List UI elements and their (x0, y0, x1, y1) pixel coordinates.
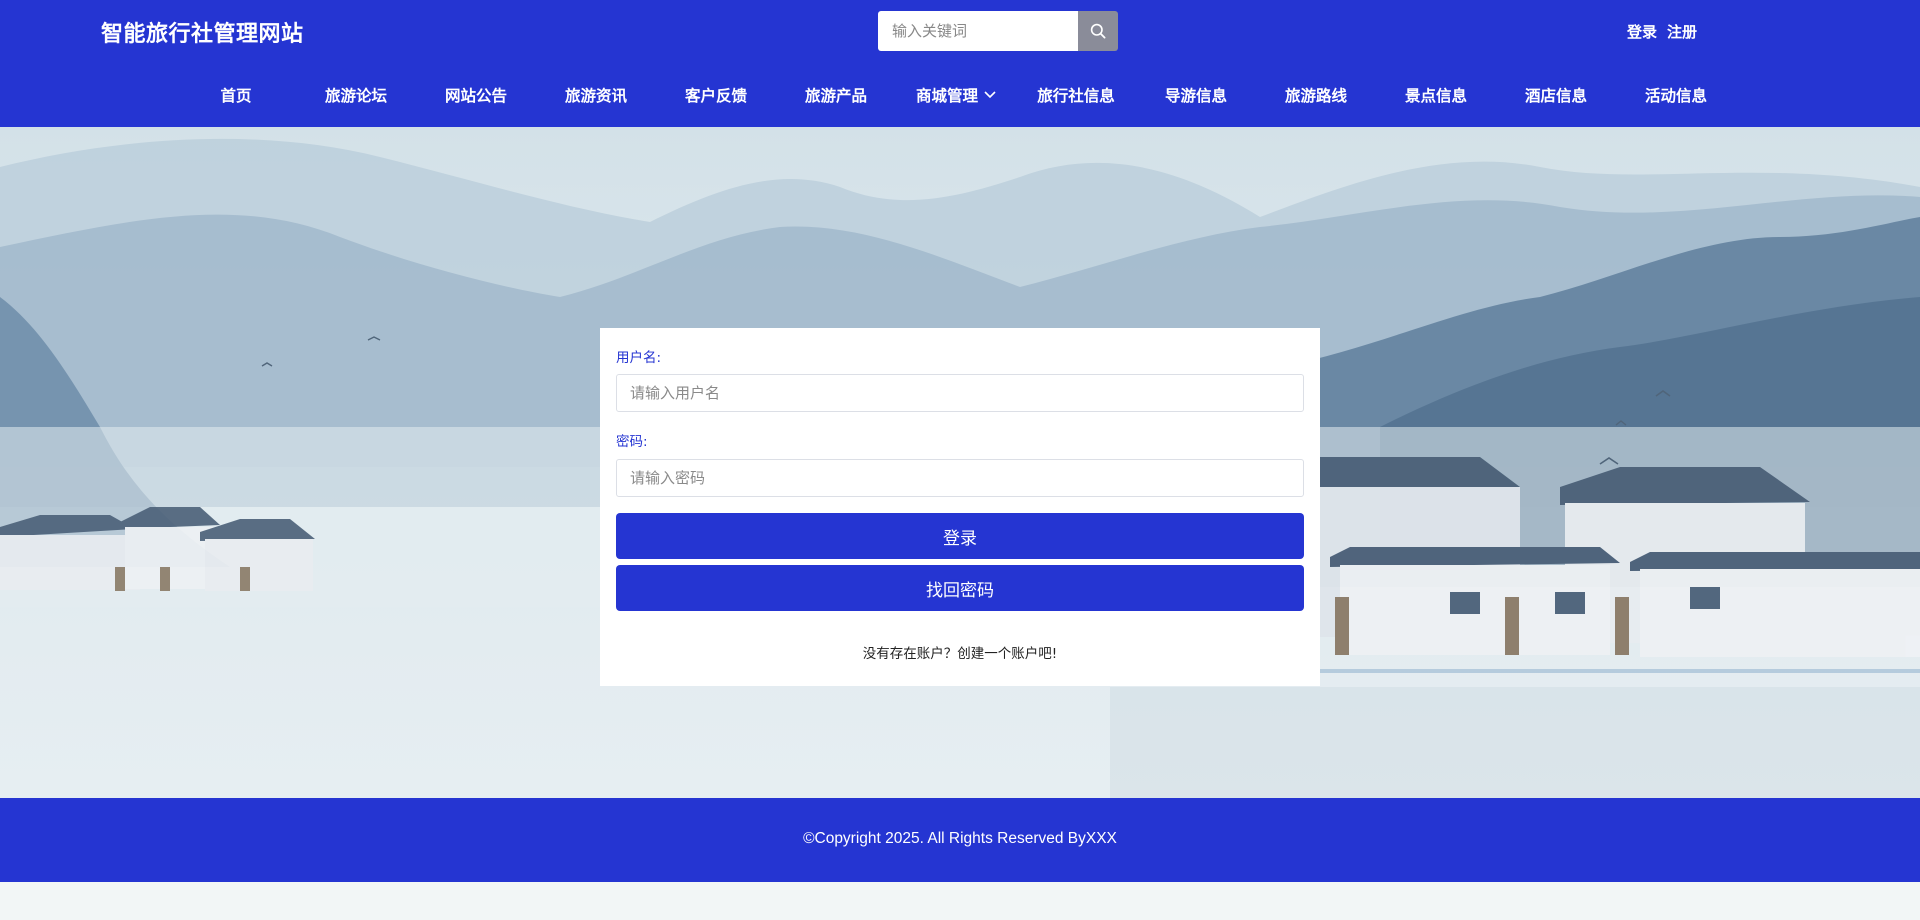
nav-item-mall-label: 商城管理 (915, 87, 978, 105)
nav-item-news[interactable]: 旅游资讯 (536, 84, 656, 106)
register-link[interactable]: 注册 (1667, 21, 1697, 42)
nav-item-announcements[interactable]: 网站公告 (416, 84, 536, 106)
nav-item-activities[interactable]: 活动信息 (1616, 84, 1736, 106)
search-input[interactable] (878, 11, 1078, 51)
copyright-text: ©Copyright 2025. All Rights Reserved ByX… (803, 830, 1117, 847)
login-link[interactable]: 登录 (1627, 21, 1657, 42)
nav-item-forum[interactable]: 旅游论坛 (296, 84, 416, 106)
password-input[interactable] (616, 459, 1304, 497)
nav-item-agency[interactable]: 旅行社信息 (1016, 84, 1136, 106)
nav-item-feedback[interactable]: 客户反馈 (656, 84, 776, 106)
nav-item-attractions[interactable]: 景点信息 (1376, 84, 1496, 106)
password-label: 密码: (616, 434, 648, 450)
nav-item-hotels[interactable]: 酒店信息 (1496, 84, 1616, 106)
login-button[interactable]: 登录 (616, 513, 1304, 559)
chevron-down-icon (984, 85, 996, 103)
nav-item-mall[interactable]: 商城管理 (896, 84, 1016, 106)
login-card: 用户名: 密码: 登录 找回密码 没有存在账户？创建一个账户吧! (600, 328, 1320, 686)
site-footer: ©Copyright 2025. All Rights Reserved ByX… (0, 798, 1920, 882)
nav-item-products[interactable]: 旅游产品 (776, 84, 896, 106)
site-header: 智能旅行社管理网站 登录 注册 首页 旅游论坛 网站公告 旅游资讯 客户反馈 旅… (0, 0, 1920, 127)
auth-links: 登录 注册 (1627, 21, 1697, 42)
search-icon (1090, 23, 1106, 39)
site-title: 智能旅行社管理网站 (101, 22, 304, 47)
nav-item-routes[interactable]: 旅游路线 (1256, 84, 1376, 106)
username-input[interactable] (616, 374, 1304, 412)
register-link[interactable]: 没有存在账户？创建一个账户吧! (600, 642, 1320, 662)
nav-item-guides[interactable]: 导游信息 (1136, 84, 1256, 106)
search-button[interactable] (1078, 11, 1118, 51)
nav-item-home[interactable]: 首页 (176, 84, 296, 106)
username-label: 用户名: (616, 350, 662, 366)
forgot-password-button[interactable]: 找回密码 (616, 565, 1304, 611)
search-box (878, 11, 1118, 51)
